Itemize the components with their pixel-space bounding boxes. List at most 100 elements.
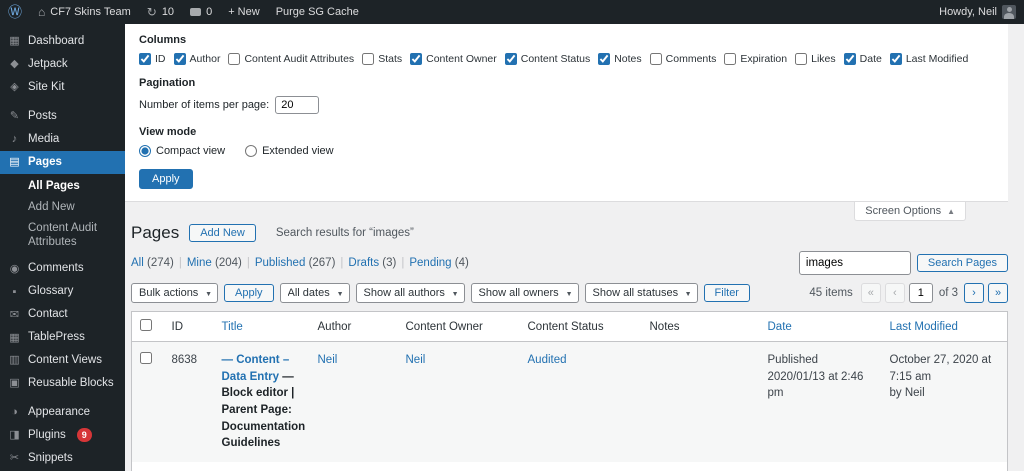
jetpack-icon: ◆ <box>8 57 21 71</box>
author-column-checkbox[interactable] <box>174 53 186 65</box>
select-all-checkbox[interactable] <box>140 319 152 331</box>
sidebar-item-media[interactable]: ♪ Media <box>0 128 125 151</box>
account-menu[interactable]: Howdy, Neil <box>931 0 1024 24</box>
submenu-item-content-audit-attributes[interactable]: Content Audit Attributes <box>0 218 125 254</box>
id-column-checkbox[interactable] <box>139 53 151 65</box>
last-page-button[interactable]: » <box>988 283 1008 303</box>
extended-view-radio[interactable]: Extended view <box>245 145 334 157</box>
header-author: Author <box>310 312 398 342</box>
date-column-checkbox[interactable] <box>844 53 856 65</box>
sidebar-item-jetpack[interactable]: ◆ Jetpack <box>0 53 125 76</box>
content-status-cell: Audited <box>520 342 642 463</box>
bulk-actions-select[interactable]: Bulk actions <box>131 283 218 303</box>
column-toggle-stats[interactable]: Stats <box>362 53 402 65</box>
column-toggle-comments[interactable]: Comments <box>650 53 717 65</box>
submenu-item-add-new[interactable]: Add New <box>0 197 125 218</box>
updates-menu[interactable]: ↻ 10 <box>139 0 182 24</box>
row-select-cell <box>132 342 164 463</box>
new-content-menu[interactable]: + New <box>220 0 268 24</box>
sidebar-item-plugins[interactable]: ◨ Plugins 9 <box>0 424 125 447</box>
current-page-input[interactable] <box>909 283 933 303</box>
column-toggle-likes[interactable]: Likes <box>795 53 836 65</box>
search-input[interactable] <box>799 251 911 275</box>
last-modified-column-checkbox[interactable] <box>890 53 902 65</box>
compact-view-radio-input[interactable] <box>139 145 151 157</box>
sort-title-link[interactable]: Title <box>222 321 243 333</box>
sidebar-item-tablepress[interactable]: ▦ TablePress <box>0 326 125 349</box>
table-row: 8638 — Content – Data Entry — Block edit… <box>132 342 1008 463</box>
authors-select[interactable]: Show all authors <box>356 283 465 303</box>
sidebar-item-snippets[interactable]: ✂ Snippets <box>0 447 125 470</box>
sidebar-item-glossary[interactable]: ▪ Glossary <box>0 280 125 303</box>
column-toggle-content-owner[interactable]: Content Owner <box>410 53 497 65</box>
stats-column-checkbox[interactable] <box>362 53 374 65</box>
content-owner-link[interactable]: Neil <box>406 354 426 366</box>
content-audit-attributes-column-checkbox[interactable] <box>228 53 240 65</box>
comments-column-checkbox[interactable] <box>650 53 662 65</box>
content-status-column-checkbox[interactable] <box>505 53 517 65</box>
header-title: Title <box>214 312 310 342</box>
table-nav: Bulk actions Apply All dates Show all au… <box>131 283 1008 303</box>
sort-date-link[interactable]: Date <box>768 321 792 333</box>
view-all-link[interactable]: All (274) <box>131 257 174 269</box>
compact-view-radio[interactable]: Compact view <box>139 145 225 157</box>
purge-sg-cache-menu[interactable]: Purge SG Cache <box>268 0 367 24</box>
expiration-column-checkbox[interactable] <box>724 53 736 65</box>
screen-options-toggle[interactable]: Screen Options ▲ <box>854 202 966 221</box>
column-toggle-notes[interactable]: Notes <box>598 53 641 65</box>
site-name-menu[interactable]: ⌂ CF7 Skins Team <box>30 0 139 24</box>
notes-cell <box>642 462 760 471</box>
column-toggle-author[interactable]: Author <box>174 53 221 65</box>
view-drafts-link[interactable]: Drafts (3) <box>348 257 396 269</box>
content-status-link[interactable]: Audited <box>528 354 567 366</box>
dates-select[interactable]: All dates <box>280 283 350 303</box>
extended-view-radio-input[interactable] <box>245 145 257 157</box>
sort-last-modified-link[interactable]: Last Modified <box>890 321 958 333</box>
title-cell: — Content – Data Entry — Block editor | … <box>214 342 310 463</box>
screen-options-apply-button[interactable]: Apply <box>139 169 193 189</box>
last-modified-cell: October 27, 2020 at 7:15 amby Neil <box>882 342 1008 463</box>
comments-menu[interactable]: 0 <box>182 0 220 24</box>
author-link[interactable]: Neil <box>318 354 338 366</box>
view-mine-link[interactable]: Mine (204) <box>187 257 242 269</box>
sidebar-item-pages[interactable]: ▤ Pages <box>0 151 125 174</box>
column-toggle-expiration[interactable]: Expiration <box>724 53 787 65</box>
sidebar-item-contact[interactable]: ✉ Contact <box>0 303 125 326</box>
checkbox-label: Likes <box>811 53 836 65</box>
column-toggle-content-status[interactable]: Content Status <box>505 53 590 65</box>
view-pending-link[interactable]: Pending (4) <box>409 257 468 269</box>
statuses-select[interactable]: Show all statuses <box>585 283 698 303</box>
column-toggle-last-modified[interactable]: Last Modified <box>890 53 968 65</box>
sidebar-item-reusable-blocks[interactable]: ▣ Reusable Blocks <box>0 372 125 395</box>
sidebar-item-appearance[interactable]: ◑ Appearance <box>0 401 125 424</box>
howdy-text: Howdy, Neil <box>939 6 997 18</box>
pagination-controls: 45 items « ‹ of 3 › » <box>809 283 1008 303</box>
sidebar-item-comments[interactable]: ◉ Comments <box>0 257 125 280</box>
submenu-item-all-pages[interactable]: All Pages <box>0 176 125 197</box>
column-toggle-content-audit-attributes[interactable]: Content Audit Attributes <box>228 53 354 65</box>
content-owner-column-checkbox[interactable] <box>410 53 422 65</box>
search-pages-button[interactable]: Search Pages <box>917 254 1008 272</box>
comments-icon <box>190 8 201 16</box>
sidebar-item-posts[interactable]: ✎ Posts <box>0 105 125 128</box>
sidebar-item-dashboard[interactable]: ▦ Dashboard <box>0 30 125 53</box>
pages-list-content: Pages Add New Search results for “images… <box>125 221 1008 471</box>
view-published-link[interactable]: Published (267) <box>255 257 336 269</box>
checkbox-label: Stats <box>378 53 402 65</box>
column-toggle-id[interactable]: ID <box>139 53 166 65</box>
sidebar-item-content-views[interactable]: ▥ Content Views <box>0 349 125 372</box>
column-toggle-date[interactable]: Date <box>844 53 882 65</box>
notes-column-checkbox[interactable] <box>598 53 610 65</box>
items-per-page-input[interactable] <box>275 96 319 114</box>
likes-column-checkbox[interactable] <box>795 53 807 65</box>
owners-select[interactable]: Show all owners <box>471 283 579 303</box>
sidebar-item-site-kit[interactable]: ◈ Site Kit <box>0 76 125 99</box>
add-new-button[interactable]: Add New <box>189 224 256 242</box>
wordpress-logo-icon[interactable]: Ⓦ <box>0 0 30 24</box>
view-mode-heading: View mode <box>139 126 994 138</box>
filter-button[interactable]: Filter <box>704 284 750 302</box>
next-page-button[interactable]: › <box>964 283 984 303</box>
checkbox-label: ID <box>155 53 166 65</box>
row-checkbox[interactable] <box>140 352 152 364</box>
bulk-apply-button[interactable]: Apply <box>224 284 274 302</box>
